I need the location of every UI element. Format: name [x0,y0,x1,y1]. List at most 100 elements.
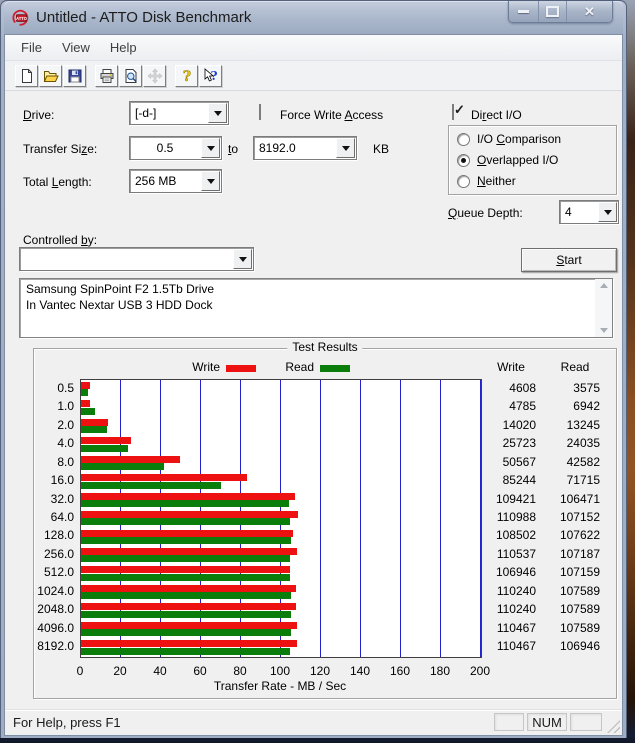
force-write-access-label[interactable]: Force Write Access [280,108,383,122]
radio-overlapped-i-o[interactable]: Overlapped I/O [457,153,558,167]
total-length-dropdown-button[interactable] [201,171,220,191]
y-axis-tick-label: 512.0 [34,565,74,580]
bar-read-16.0 [81,482,221,489]
radio-button-icon [457,175,470,188]
force-write-access-checkbox[interactable] [259,104,261,120]
legend-write-label: Write [172,360,220,374]
minimize-button[interactable] [509,1,539,22]
transfer-size-to-dropdown-button[interactable] [336,138,355,158]
chevron-down-icon [342,146,350,151]
drive-value: [-d-] [130,102,207,124]
radio-i-o-comparison[interactable]: I/O Comparison [457,132,561,146]
bar-write-2048.0 [81,603,296,610]
bar-chart-plot-area [80,379,482,658]
bar-read-1024.0 [81,592,291,599]
bar-write-512.0 [81,566,290,573]
toolbar-button-save[interactable] [63,65,86,87]
to-label: to [228,142,238,156]
transfer-size-from-value: 0.5 [130,137,200,159]
radio-label: Overlapped I/O [477,153,558,167]
bar-write-16.0 [81,474,247,481]
drive-combobox[interactable]: [-d-] [129,101,229,125]
bar-read-4.0 [81,445,128,452]
x-axis-tick-label: 200 [464,664,496,678]
start-button[interactable]: Start [521,248,617,272]
x-axis-tick-label: 100 [264,664,296,678]
bar-read-512.0 [81,574,290,581]
print-icon [99,68,115,84]
open-folder-icon [43,68,59,84]
bar-write-4.0 [81,437,131,444]
minimize-icon [518,10,529,13]
x-axis-tick-label: 60 [184,664,216,678]
toolbar-button-print-preview[interactable] [119,65,142,87]
bar-write-64.0 [81,511,298,518]
chevron-down-icon [207,179,215,184]
y-axis-tick-label: 8.0 [34,455,74,470]
total-length-combobox[interactable]: 256 MB [129,169,222,193]
read-value-4096.0: 107589 [518,621,600,636]
maximize-button[interactable] [539,1,567,22]
y-axis-tick-label: 128.0 [34,528,74,543]
menu-item-help[interactable]: Help [100,37,147,58]
description-textarea[interactable]: Samsung SpinPoint F2 1.5Tb DriveIn Vante… [19,278,613,338]
toolbar-button-open-folder[interactable] [39,65,62,87]
x-axis-tick-label: 140 [344,664,376,678]
maximize-icon [546,6,559,17]
queue-depth-dropdown-button[interactable] [598,202,617,222]
toolbar-button-print[interactable] [95,65,118,87]
transfer-size-to-combobox[interactable]: 8192.0 [253,136,357,160]
description-scrollbar[interactable] [595,279,612,337]
x-axis-tick-label: 120 [304,664,336,678]
y-axis-tick-label: 8192.0 [34,639,74,654]
controlled-by-combobox[interactable] [19,247,254,271]
transfer-size-from-dropdown-button[interactable] [201,138,220,158]
transfer-size-label: Transfer Size: [23,142,97,156]
menu-bar: FileViewHelp [5,35,622,61]
read-value-2.0: 13245 [518,418,600,433]
x-axis-tick-label: 40 [144,664,176,678]
save-icon [67,68,83,84]
status-help-text: For Help, press F1 [13,715,121,730]
client-area: Drive: [-d-] Force Write Access Direct I… [5,91,622,709]
radio-button-icon [457,154,470,167]
bar-read-2048.0 [81,611,291,618]
drive-label: Drive: [23,108,54,122]
controlled-by-value [20,248,232,270]
radio-neither[interactable]: Neither [457,174,516,188]
resize-grip-icon[interactable] [607,720,620,733]
toolbar-button-new-document[interactable] [15,65,38,87]
close-button[interactable]: ✕ [567,1,612,22]
title-bar[interactable]: ATTO Untitled - ATTO Disk Benchmark ✕ [4,1,623,34]
toolbar-button-context-help[interactable]: ? [199,65,222,87]
print-preview-icon [123,68,139,84]
read-value-128.0: 107622 [518,528,600,543]
controlled-by-dropdown-button[interactable] [233,249,252,269]
read-value-8192.0: 106946 [518,639,600,654]
scroll-up-icon[interactable] [600,283,608,288]
test-results-title: Test Results [287,340,362,354]
transfer-size-from-combobox[interactable]: 0.5 [129,136,222,160]
queue-depth-combobox[interactable]: 4 [559,200,619,224]
close-icon: ✕ [584,5,595,18]
direct-io-label[interactable]: Direct I/O [471,108,522,122]
x-axis-tick-label: 0 [64,664,96,678]
window-title: Untitled - ATTO Disk Benchmark [36,9,251,26]
x-axis-tick-label: 160 [384,664,416,678]
description-line: In Vantec Nextar USB 3 HDD Dock [26,297,595,313]
menu-item-file[interactable]: File [11,37,52,58]
toolbar-button-help[interactable]: ? [175,65,198,87]
status-indicator-cells: NUM [494,713,602,731]
bar-write-128.0 [81,530,293,537]
queue-depth-label: Queue Depth: [448,206,523,220]
bar-read-1.0 [81,408,95,415]
menu-item-view[interactable]: View [52,37,100,58]
scroll-down-icon[interactable] [600,328,608,333]
drive-dropdown-button[interactable] [208,103,227,123]
test-results-groupbox: Test Results Write Read Write Read Trans… [33,348,617,699]
context-help-icon: ? [203,68,219,84]
toolbar-button-move[interactable] [143,65,166,87]
move-icon [147,68,163,84]
bar-read-8192.0 [81,648,290,655]
direct-io-checkbox[interactable] [452,104,454,120]
